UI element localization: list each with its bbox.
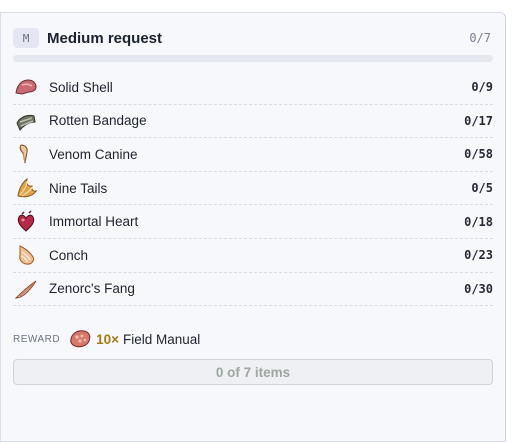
list-item: Zenorc's Fang 0/30 <box>13 273 493 307</box>
item-count: 0/18 <box>464 214 493 229</box>
bandage-icon <box>13 108 39 134</box>
item-list: Solid Shell 0/9 Rotten Bandage 0/17 Veno… <box>13 71 493 307</box>
item-name: Zenorc's Fang <box>49 281 135 297</box>
list-item: Venom Canine 0/58 <box>13 138 493 172</box>
item-count: 0/23 <box>464 248 493 263</box>
tails-icon <box>13 175 39 201</box>
item-count: 0/9 <box>471 80 493 95</box>
conch-icon <box>13 242 39 268</box>
reward-label: REWARD <box>13 333 61 345</box>
reward-name: Field Manual <box>122 331 201 347</box>
item-count: 0/5 <box>471 181 493 196</box>
list-item: Solid Shell 0/9 <box>13 71 493 105</box>
fang-icon <box>13 276 39 302</box>
list-item: Conch 0/23 <box>13 239 493 273</box>
item-name: Venom Canine <box>49 146 138 162</box>
heart-icon <box>13 209 39 235</box>
canine-icon <box>13 141 39 167</box>
progress-bar <box>13 55 493 62</box>
list-item: Immortal Heart 0/18 <box>13 205 493 239</box>
shell-icon <box>13 74 39 100</box>
item-count: 0/58 <box>464 147 493 162</box>
item-name: Immortal Heart <box>49 214 139 230</box>
item-name: Nine Tails <box>49 180 108 196</box>
list-item: Rotten Bandage 0/17 <box>13 105 493 139</box>
field-manual-icon <box>68 327 92 351</box>
item-count: 0/30 <box>464 281 493 296</box>
request-card: M Medium request 0/7 Solid Shell 0/9 Rot… <box>0 12 506 442</box>
item-name: Conch <box>49 247 89 263</box>
reward-quantity: 10× <box>96 331 119 347</box>
size-badge: M <box>13 28 39 48</box>
request-header: M Medium request 0/7 <box>13 27 491 49</box>
submit-items-button[interactable]: 0 of 7 items <box>13 359 493 385</box>
item-name: Solid Shell <box>49 79 113 95</box>
list-item: Nine Tails 0/5 <box>13 172 493 206</box>
request-progress-count: 0/7 <box>469 31 491 45</box>
item-name: Rotten Bandage <box>49 113 147 129</box>
item-count: 0/17 <box>464 113 493 128</box>
reward-row: REWARD 10× Field Manual <box>13 326 493 352</box>
request-title: Medium request <box>47 29 163 47</box>
